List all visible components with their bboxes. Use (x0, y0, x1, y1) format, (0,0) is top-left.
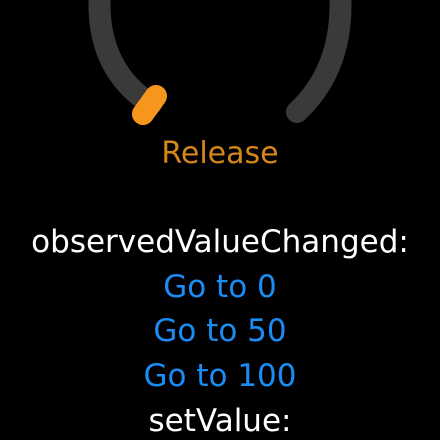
go-to-100-button[interactable]: Go to 100 (0, 356, 440, 396)
status-label: Release (161, 136, 279, 171)
observed-value-header: observedValueChanged: (31, 224, 409, 260)
knob-track-right (286, 0, 352, 123)
go-to-0-button[interactable]: Go to 0 (0, 267, 440, 307)
go-to-50-button[interactable]: Go to 50 (0, 311, 440, 351)
knob-track (88, 0, 162, 115)
rotary-knob[interactable] (0, 0, 440, 150)
set-value-header: setValue: (148, 403, 292, 439)
knob-thumb[interactable] (132, 85, 167, 125)
